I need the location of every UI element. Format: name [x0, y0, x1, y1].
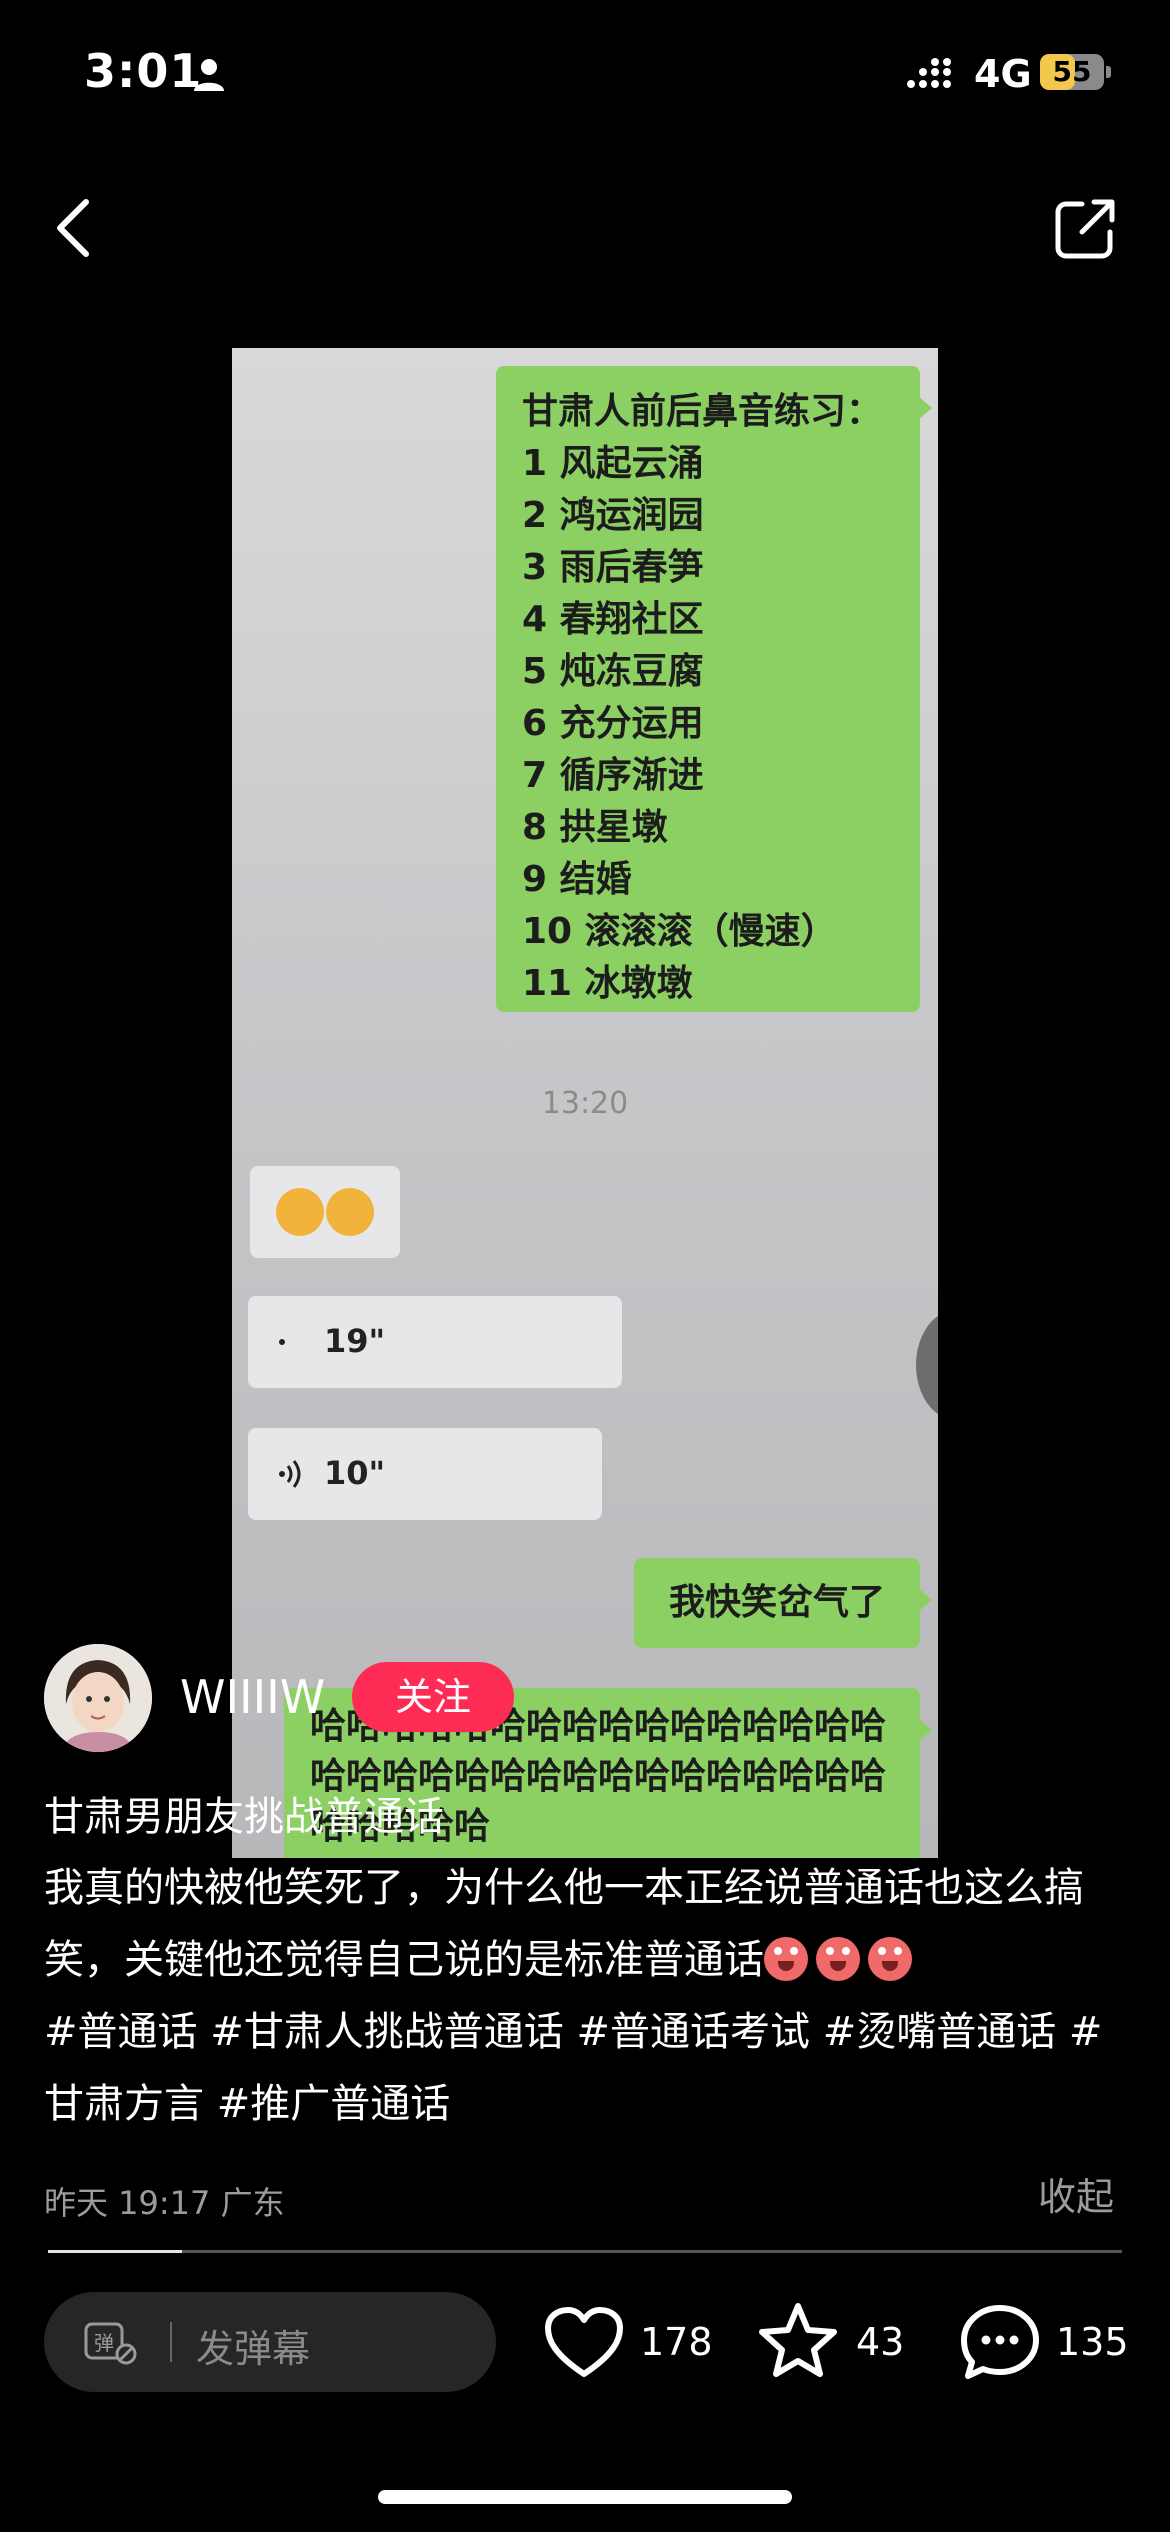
danmu-input[interactable]: 弹 发弹幕	[44, 2292, 496, 2392]
practice-item: 6 充分运用	[522, 703, 704, 744]
post-meta: 昨天 19:17 广东	[44, 2184, 285, 2222]
practice-list-title: 甘肃人前后鼻音练习：	[522, 391, 883, 432]
voice-icon	[279, 1339, 285, 1345]
laughing-emoji-icon	[816, 1937, 860, 1981]
caption-text: 我真的快被他笑死了，为什么他一本正经说普通话也这么搞笑，关键他还觉得自己说的是标…	[44, 1865, 1084, 1983]
danmu-toggle-icon[interactable]: 弹	[84, 2320, 138, 2366]
voice-message-bubble: 19"	[248, 1296, 622, 1388]
reply-bubble: 我快笑岔气了	[634, 1558, 932, 1648]
practice-item: 5 炖冻豆腐	[522, 651, 704, 692]
emoji-bubble	[250, 1166, 400, 1258]
floating-circle	[916, 1310, 938, 1420]
chat-timestamp: 13:20	[541, 1086, 629, 1121]
progress-fill	[48, 2250, 183, 2253]
practice-item: 4 春翔社区	[522, 599, 704, 640]
signal-icon	[907, 58, 951, 88]
grin-emoji-icon	[276, 1188, 324, 1236]
danmu-placeholder[interactable]: 发弹幕	[196, 2318, 310, 2373]
username[interactable]: WIIIIW	[180, 1670, 325, 1724]
comment-icon[interactable]	[960, 2304, 1040, 2380]
voice-duration: 19"	[324, 1322, 386, 1360]
heart-icon[interactable]	[544, 2306, 624, 2382]
voice-icon	[279, 1460, 301, 1488]
person-icon	[194, 59, 224, 91]
laughing-emoji-icon	[764, 1937, 808, 1981]
star-icon[interactable]	[758, 2302, 838, 2378]
practice-item: 7 循序渐进	[522, 755, 704, 796]
practice-item: 2 鸿运润园	[522, 495, 704, 536]
battery-icon: 55	[1040, 54, 1112, 90]
practice-item: 10 滚滚滚（慢速）	[522, 911, 837, 952]
practice-list-bubble: 甘肃人前后鼻音练习： 1 风起云涌 2 鸿运润园 3 雨后春笋 4 春翔社区 5…	[496, 366, 932, 1012]
hashtags[interactable]: #普通话 #甘肃人挑战普通话 #普通话考试 #烫嘴普通话 #甘肃方言 #推广普通…	[44, 2009, 1102, 2127]
collapse-button[interactable]: 收起	[1038, 2166, 1114, 2221]
battery-percent: 55	[1052, 55, 1092, 88]
favorite-count: 43	[856, 2320, 905, 2364]
post-image[interactable]: 甘肃人前后鼻音练习： 1 风起云涌 2 鸿运润园 3 雨后春笋 4 春翔社区 5…	[232, 348, 938, 1858]
post-caption: 我真的快被他笑死了，为什么他一本正经说普通话也这么搞笑，关键他还觉得自己说的是标…	[44, 1852, 1134, 2140]
laughing-emoji-icon	[868, 1937, 912, 1981]
back-icon[interactable]	[50, 196, 100, 260]
practice-item: 8 拱星墩	[522, 807, 668, 848]
danmu-icon-label: 弹	[94, 2331, 114, 2355]
share-icon[interactable]	[1052, 196, 1118, 262]
voice-duration: 10"	[324, 1454, 386, 1492]
like-count: 178	[640, 2320, 713, 2364]
practice-item: 3 雨后春笋	[522, 547, 704, 588]
post-title: 甘肃男朋友挑战普通话	[44, 1794, 444, 1840]
status-time: 3:01	[84, 44, 203, 98]
avatar[interactable]	[44, 1644, 152, 1752]
voice-message-bubble: 10"	[248, 1428, 602, 1520]
practice-item: 9 结婚	[522, 859, 632, 900]
practice-item: 11 冰墩墩	[522, 963, 693, 1004]
follow-button[interactable]: 关注	[352, 1662, 514, 1732]
grin-emoji-icon	[326, 1188, 374, 1236]
home-indicator[interactable]	[378, 2490, 792, 2504]
avatar-image	[44, 1644, 152, 1752]
comment-count: 135	[1056, 2320, 1129, 2364]
network-type: 4G	[974, 52, 1032, 96]
practice-item: 1 风起云涌	[522, 443, 704, 484]
divider	[170, 2322, 172, 2362]
progress-bar[interactable]	[48, 2250, 1122, 2253]
